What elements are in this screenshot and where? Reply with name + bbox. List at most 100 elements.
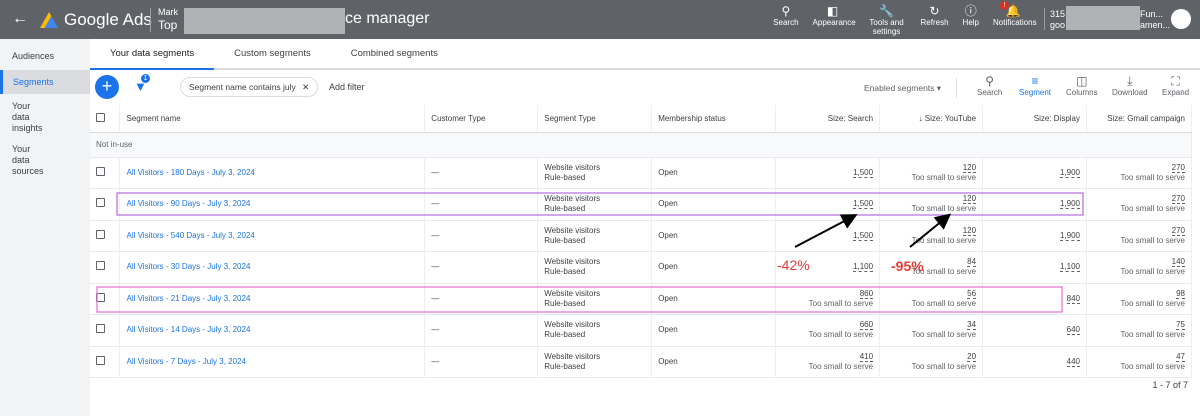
close-icon[interactable]: ✕ (302, 82, 309, 92)
size-value[interactable]: 120 (962, 225, 977, 236)
size-value[interactable]: 270 (1171, 162, 1185, 173)
size-value[interactable]: 270 (1171, 225, 1185, 236)
table-row: All Visitors - 90 Days - July 3, 2024 — … (90, 188, 1192, 221)
filter-chip[interactable]: Segment name contains july ✕ (180, 77, 319, 97)
size-value[interactable]: 270 (1171, 194, 1185, 205)
size-value[interactable]: 56 (967, 288, 977, 299)
segment-name-link[interactable]: All Visitors - 180 Days - July 3, 2024 (126, 168, 254, 177)
segment-name-link[interactable]: All Visitors - 30 Days - July 3, 2024 (126, 262, 250, 271)
size-cell: 1,100 (775, 251, 881, 284)
checkbox[interactable] (96, 166, 105, 176)
size-value[interactable]: 120 (962, 194, 977, 205)
size-value[interactable]: 20 (967, 351, 977, 362)
col-membership[interactable]: Membership status (651, 105, 777, 133)
size-value[interactable]: 1,500 (853, 167, 874, 178)
sidebar-item-segments[interactable]: Segments (0, 70, 90, 94)
row-select[interactable] (90, 157, 121, 189)
size-value[interactable]: 47 (1176, 351, 1185, 362)
tab-your-data-segments[interactable]: Your data segments (90, 39, 215, 70)
checkbox[interactable] (96, 112, 105, 122)
size-value[interactable]: 1,500 (853, 230, 874, 241)
tab-custom-segments[interactable]: Custom segments (214, 39, 331, 68)
segment-name-link[interactable]: All Visitors - 21 Days - July 3, 2024 (126, 294, 250, 303)
customer-type: — (424, 220, 539, 252)
size-value[interactable]: 440 (1066, 356, 1080, 367)
label: Search (977, 88, 1003, 97)
checkbox[interactable] (96, 324, 105, 334)
size-value[interactable]: 410 (859, 351, 874, 362)
wrench-tool-button[interactable]: 🔧 Tools and settings (860, 0, 914, 36)
row-select[interactable] (90, 220, 121, 252)
col-customer-type[interactable]: Customer Type (424, 105, 539, 133)
segment-name-link[interactable]: All Visitors - 14 Days - July 3, 2024 (126, 325, 250, 334)
row-select[interactable] (90, 314, 121, 347)
sidebar-item-insights[interactable]: Your data insights (0, 101, 60, 134)
checkbox[interactable] (96, 355, 105, 365)
row-select[interactable] (90, 188, 121, 221)
refresh-tool-button[interactable]: ↻ Refresh (914, 0, 956, 27)
sidebar-item-sources[interactable]: Your data sources (0, 144, 60, 177)
filter-chip-label: Segment name contains july (189, 82, 296, 92)
size-value[interactable]: 1,500 (853, 199, 874, 210)
back-arrow-icon[interactable]: ← (10, 10, 30, 28)
google-ads-logo[interactable]: Google Ads (40, 10, 152, 30)
size-value[interactable]: 98 (1176, 288, 1185, 299)
add-filter-button[interactable]: Add filter (329, 82, 365, 92)
segment-name-link[interactable]: All Visitors - 540 Days - July 3, 2024 (126, 231, 254, 240)
size-note: Too small to serve (808, 330, 874, 340)
expand-button[interactable]: ⛶ Expand (1162, 74, 1189, 97)
row-select[interactable] (90, 283, 121, 315)
segment-button[interactable]: ≡ Segment (1019, 74, 1051, 97)
download-button[interactable]: ⤓ Download (1112, 74, 1148, 97)
size-value[interactable]: 840 (1066, 293, 1080, 304)
size-value[interactable]: 34 (967, 320, 977, 331)
size-cell: 840 (982, 283, 1087, 315)
add-segment-button[interactable]: + (95, 75, 119, 99)
segment-name-link[interactable]: All Visitors - 90 Days - July 3, 2024 (126, 199, 250, 208)
bell-tool-button[interactable]: 🔔 Notifications (986, 0, 1040, 27)
help-tool-button[interactable]: ⓘ Help (956, 0, 986, 27)
account-info[interactable]: Mark Top (158, 7, 178, 32)
size-value[interactable]: 140 (1171, 257, 1185, 268)
size-value[interactable]: 640 (1066, 325, 1080, 336)
size-value[interactable]: 660 (859, 320, 874, 331)
size-note: Too small to serve (1120, 298, 1185, 308)
size-value[interactable]: 84 (967, 257, 977, 268)
row-select[interactable] (90, 251, 121, 284)
col-size-search[interactable]: Size: Search (775, 105, 881, 133)
checkbox[interactable] (96, 229, 105, 239)
account-switcher[interactable]: 315 goo (1050, 9, 1065, 31)
col-segment-name[interactable]: Segment name (119, 105, 426, 133)
col-segment-type[interactable]: Segment Type (537, 105, 653, 133)
columns-button[interactable]: ◫ Columns (1066, 74, 1098, 97)
checkbox[interactable] (96, 261, 105, 271)
checkbox[interactable] (96, 198, 105, 208)
segment-type-line1: Website visitors (544, 194, 601, 204)
size-value[interactable]: 1,900 (1059, 167, 1080, 178)
size-value[interactable]: 860 (859, 288, 874, 299)
col-size-display[interactable]: Size: Display (982, 105, 1087, 133)
avatar[interactable] (1171, 9, 1191, 29)
view-select[interactable]: Enabled segments ▾ (864, 83, 941, 94)
tab-combined-segments[interactable]: Combined segments (331, 39, 458, 68)
segment-name-link[interactable]: All Visitors - 7 Days - July 3, 2024 (126, 357, 245, 366)
size-value[interactable]: 120 (962, 162, 977, 173)
size-cell: 1,500 (775, 220, 881, 252)
segment-type: Website visitors Rule-based (537, 251, 653, 284)
size-cell: 1,900 (982, 188, 1087, 221)
col-size-youtube[interactable]: ↓ Size: YouTube (879, 105, 984, 133)
checkbox[interactable] (96, 292, 105, 302)
appearance-tool-button[interactable]: ◧ Appearance (806, 0, 860, 27)
col-size-gmail[interactable]: Size: Gmail campaign (1086, 105, 1192, 133)
size-value[interactable]: 1,900 (1059, 199, 1080, 210)
row-select[interactable] (90, 346, 121, 378)
search-tool-button[interactable]: ⚲ Search (766, 0, 805, 27)
size-value[interactable]: 1,100 (1059, 262, 1080, 273)
select-all[interactable] (90, 105, 121, 133)
sidebar-item-audiences[interactable]: Audiences (0, 51, 90, 62)
search-button[interactable]: ⚲ Search (977, 74, 1002, 97)
size-note: Too small to serve (911, 361, 977, 371)
size-value[interactable]: 1,900 (1059, 230, 1080, 241)
size-value[interactable]: 75 (1176, 320, 1185, 331)
size-value[interactable]: 1,100 (853, 262, 874, 273)
